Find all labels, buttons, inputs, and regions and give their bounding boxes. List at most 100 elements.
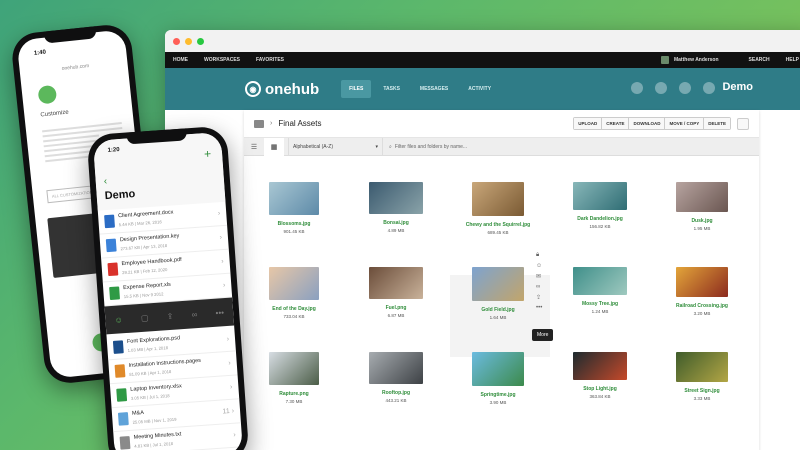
file-name[interactable]: Gold Field.jpg [448, 307, 548, 313]
file-tile[interactable]: Railroad Crossing.jpg 3.20 MB [652, 267, 752, 316]
header-icons [631, 82, 715, 94]
share-icon[interactable]: ⇪ [166, 311, 173, 320]
file-tile[interactable]: Street Sign.jpg 3.33 MB [652, 352, 752, 401]
file-thumbnail[interactable] [269, 267, 319, 300]
file-name[interactable]: Rapture.png [244, 391, 344, 397]
browser-window: HOME WORKSPACES FAVORITES Matthew Anders… [165, 30, 800, 450]
grid-view-icon[interactable]: ▦ [264, 137, 284, 156]
link-icon[interactable]: ∞ [536, 284, 542, 290]
file-thumbnail[interactable] [269, 182, 319, 215]
file-name[interactable]: Dark Dandelion.jpg [550, 216, 650, 222]
comment-icon[interactable]: ▢ [141, 313, 149, 323]
file-size: 1.64 MB [489, 315, 507, 320]
file-tile[interactable]: Bonsai.jpg 4.89 MB [346, 182, 446, 233]
file-tile[interactable]: Rooftop.jpg 443.21 KB [346, 352, 446, 403]
close-window-button[interactable] [173, 37, 180, 45]
people-icon[interactable]: ☺ [536, 263, 542, 269]
file-tile[interactable]: Mossy Tree.jpg 1.24 MB [550, 267, 650, 314]
file-tile[interactable]: Fuel.png 6.87 MB [346, 267, 446, 318]
comment-icon[interactable]: ✉ [536, 273, 542, 280]
file-thumbnail[interactable] [369, 267, 423, 299]
folder-icon[interactable] [254, 119, 264, 128]
file-thumbnail[interactable] [369, 182, 423, 214]
file-name[interactable]: Blossoms.jpg [244, 221, 344, 227]
nav-search[interactable]: SEARCH [749, 57, 770, 63]
more-icon[interactable]: ••• [536, 305, 542, 311]
more-tooltip: More [532, 329, 554, 341]
file-tile[interactable]: Dusk.jpg 1.95 MB [652, 182, 752, 231]
nav-help[interactable]: HELP [786, 57, 799, 63]
lock-icon[interactable]: 🔒︎ [536, 252, 542, 259]
back-chevron-icon[interactable]: ‹ [103, 176, 107, 187]
chevron-right-icon: › [229, 383, 233, 391]
file-thumbnail[interactable] [269, 352, 319, 385]
people-icon[interactable] [655, 82, 667, 94]
file-thumbnail[interactable] [676, 352, 728, 382]
file-name: Installation Instructions.pages [128, 357, 202, 369]
groups-icon[interactable] [679, 82, 691, 94]
file-thumbnail[interactable] [472, 352, 524, 386]
nav-favorites[interactable]: FAVORITES [256, 57, 284, 63]
file-thumbnail[interactable] [676, 267, 728, 297]
tab-files[interactable]: FILES [341, 80, 372, 98]
file-name[interactable]: End of the Day.jpg [244, 306, 344, 312]
list-view-icon[interactable]: ☰ [244, 138, 264, 156]
file-name[interactable]: Springtime.jpg [448, 392, 548, 398]
file-name[interactable]: Rooftop.jpg [346, 390, 446, 396]
filter-search[interactable]: ⌕ Filter files and folders by name... [383, 144, 759, 150]
file-name[interactable]: Chewy and the Squirrel.jpg [448, 222, 548, 228]
file-toolbar: ☰ ▦ Alphabetical (A-Z) ▾ ⌕ Filter files … [244, 137, 759, 156]
file-tile[interactable]: Springtime.jpg 3.90 MB [448, 352, 548, 405]
file-name[interactable]: Fuel.png [346, 305, 446, 311]
sort-select[interactable]: Alphabetical (A-Z) ▾ [288, 137, 383, 156]
minimize-window-button[interactable] [185, 37, 192, 45]
move-copy-button[interactable]: MOVE / COPY [665, 118, 705, 129]
search-input[interactable]: Filter files and folders by name... [395, 144, 467, 150]
user-name: Matthew Anderson [673, 57, 719, 63]
file-name[interactable]: Bonsai.jpg [346, 220, 446, 226]
file-name[interactable]: Street Sign.jpg [652, 388, 752, 394]
file-name[interactable]: Dusk.jpg [652, 218, 752, 224]
gear-icon[interactable] [703, 82, 715, 94]
tab-tasks[interactable]: TASKS [375, 80, 408, 98]
file-name[interactable]: Stop Light.jpg [550, 386, 650, 392]
add-icon[interactable]: + [204, 147, 212, 161]
file-thumbnail[interactable] [472, 267, 524, 301]
file-thumbnail[interactable] [369, 352, 423, 384]
file-thumbnail[interactable] [472, 182, 524, 216]
file-thumbnail[interactable] [573, 267, 627, 295]
file-tile[interactable]: End of the Day.jpg 733.04 KB [244, 267, 344, 319]
upload-button[interactable]: UPLOAD [574, 118, 603, 129]
file-tile[interactable]: Chewy and the Squirrel.jpg 689.45 KB [448, 182, 548, 235]
tab-activity[interactable]: ACTIVITY [460, 80, 499, 98]
delete-button[interactable]: DELETE [704, 118, 730, 129]
maximize-window-button[interactable] [197, 37, 204, 45]
file-thumbnail[interactable] [573, 182, 627, 210]
file-tile[interactable]: Blossoms.jpg 901.45 KB [244, 182, 344, 234]
chevron-right-icon: › [217, 210, 221, 218]
download-button[interactable]: DOWNLOAD [629, 118, 666, 129]
file-thumbnail[interactable] [573, 352, 627, 380]
share-icon[interactable]: ⇪ [536, 294, 542, 301]
create-button[interactable]: CREATE [602, 118, 630, 129]
url-bar[interactable]: onehub.com [61, 63, 89, 72]
chevron-right-icon: › [219, 234, 223, 242]
more-icon[interactable]: ••• [215, 308, 224, 318]
nav-home[interactable]: HOME [173, 57, 188, 63]
download-icon[interactable] [631, 82, 643, 94]
select-all-checkbox[interactable] [737, 117, 749, 130]
file-tile[interactable]: Rapture.png 7.30 MB [244, 352, 344, 404]
tab-messages[interactable]: MESSAGES [412, 80, 456, 98]
file-thumbnail[interactable] [676, 182, 728, 212]
link-icon[interactable]: ∞ [191, 310, 197, 319]
people-icon[interactable]: ☺ [114, 315, 123, 325]
leaf-icon [37, 84, 58, 105]
file-tile[interactable]: Dark Dandelion.jpg 156.82 KB [550, 182, 650, 229]
onehub-logo[interactable]: ◉ onehub [245, 81, 319, 98]
user-menu[interactable]: Matthew Anderson [660, 56, 719, 64]
file-tile[interactable]: Stop Light.jpg 363.84 KB [550, 352, 650, 399]
nav-workspaces[interactable]: WORKSPACES [204, 57, 240, 63]
file-tile[interactable]: Gold Field.jpg 1.64 MB [448, 267, 548, 320]
file-name[interactable]: Railroad Crossing.jpg [652, 303, 752, 309]
file-name[interactable]: Mossy Tree.jpg [550, 301, 650, 307]
